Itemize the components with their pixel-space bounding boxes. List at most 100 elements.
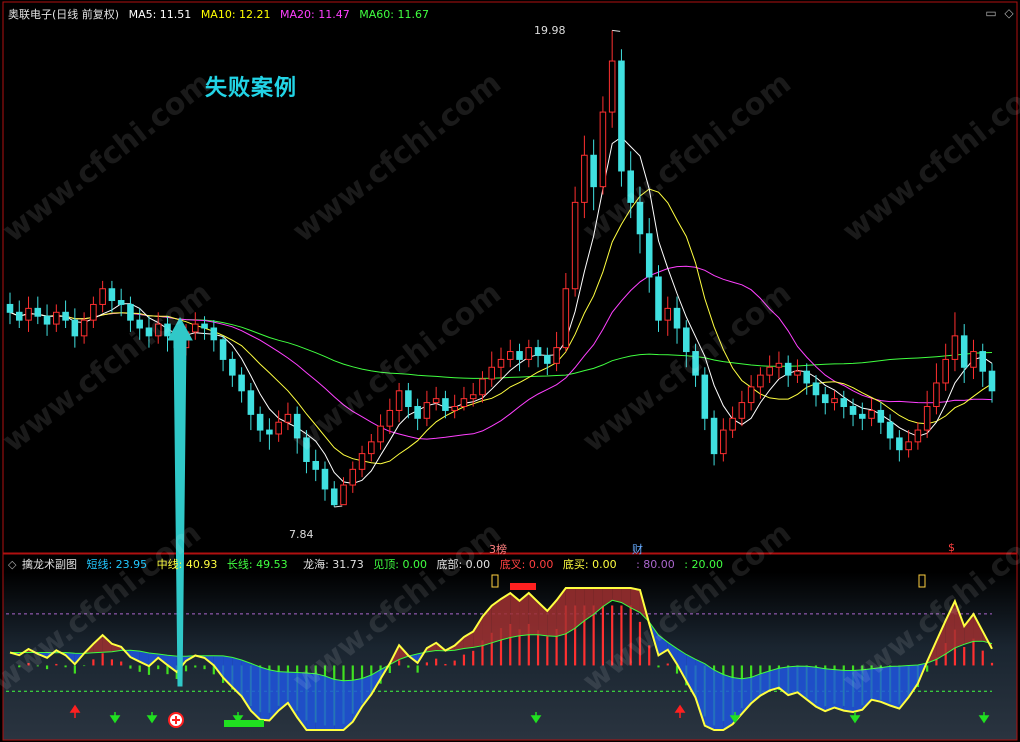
candle-body[interactable] <box>303 437 310 462</box>
candle-body[interactable] <box>136 319 143 329</box>
candle-body[interactable] <box>988 370 996 392</box>
candle-body[interactable] <box>469 394 477 400</box>
candle-body[interactable] <box>386 409 394 427</box>
candle-body[interactable] <box>62 311 69 321</box>
candle-body[interactable] <box>321 468 329 490</box>
candle-body[interactable] <box>775 362 783 368</box>
candle-body[interactable] <box>108 288 116 302</box>
candle-body[interactable] <box>201 323 208 329</box>
candle-body[interactable] <box>293 413 301 439</box>
collapse-icon[interactable]: ▭ <box>984 6 998 20</box>
candle-body[interactable] <box>914 429 922 443</box>
candle-body[interactable] <box>479 378 486 396</box>
candle-body[interactable] <box>970 351 977 368</box>
candle-body[interactable] <box>117 300 125 305</box>
candle-body[interactable] <box>71 319 79 337</box>
candle-body[interactable] <box>757 374 764 388</box>
candle-body[interactable] <box>618 60 625 172</box>
candle-body[interactable] <box>256 413 264 431</box>
candle-body[interactable] <box>664 307 672 321</box>
candle-body[interactable] <box>590 154 597 188</box>
candle-body[interactable] <box>164 323 171 337</box>
event-marker-s[interactable]: $ <box>948 541 955 554</box>
candle-body[interactable] <box>442 398 449 411</box>
candle-body[interactable] <box>960 335 968 368</box>
candle-body[interactable] <box>608 60 616 113</box>
candle-body[interactable] <box>145 327 153 337</box>
candle-body[interactable] <box>553 347 560 364</box>
candle-body[interactable] <box>247 390 255 415</box>
candle-body[interactable] <box>933 382 940 408</box>
candle-body[interactable] <box>636 201 644 235</box>
candle-body[interactable] <box>923 406 931 431</box>
candle-body[interactable] <box>821 394 829 404</box>
candle-body[interactable] <box>645 233 653 278</box>
candle-body[interactable] <box>905 441 912 451</box>
candle-body[interactable] <box>701 374 709 419</box>
candle-body[interactable] <box>720 429 727 455</box>
candle-body[interactable] <box>284 413 292 423</box>
candle-body[interactable] <box>127 303 134 321</box>
candle-body[interactable] <box>803 370 810 384</box>
candle-body[interactable] <box>210 327 218 341</box>
candle-body[interactable] <box>349 468 357 486</box>
candle-body[interactable] <box>896 437 903 451</box>
candle-body[interactable] <box>868 409 875 419</box>
candle-body[interactable] <box>951 335 959 360</box>
candle-body[interactable] <box>312 460 319 470</box>
candle-body[interactable] <box>368 441 375 455</box>
candle-body[interactable] <box>581 154 588 203</box>
candle-body[interactable] <box>423 402 431 419</box>
candle-body[interactable] <box>831 398 838 404</box>
candle-body[interactable] <box>692 351 699 376</box>
period-label[interactable]: (日线 前复权) <box>52 8 119 21</box>
candle-body[interactable] <box>979 351 987 372</box>
candle-body[interactable] <box>154 323 162 337</box>
event-marker-bang[interactable]: 3榜 <box>489 541 507 557</box>
candle-body[interactable] <box>340 484 347 506</box>
candle-body[interactable] <box>525 347 533 360</box>
candle-body[interactable] <box>377 425 384 443</box>
candle-body[interactable] <box>784 362 792 376</box>
candle-body[interactable] <box>534 347 542 356</box>
candle-body[interactable] <box>80 319 88 337</box>
candle-body[interactable] <box>192 323 199 333</box>
candle-body[interactable] <box>886 421 894 439</box>
candle-body[interactable] <box>571 201 579 290</box>
candle-body[interactable] <box>25 307 32 321</box>
candle-body[interactable] <box>812 382 820 396</box>
candle-body[interactable] <box>738 402 746 419</box>
candle-body[interactable] <box>432 398 440 404</box>
candle-body[interactable] <box>229 358 236 376</box>
candle-body[interactable] <box>849 406 857 415</box>
candle-body[interactable] <box>794 370 801 376</box>
candle-body[interactable] <box>6 303 14 313</box>
candle-body[interactable] <box>451 406 458 411</box>
event-marker-cai[interactable]: 财 <box>632 541 643 557</box>
candle-body[interactable] <box>942 358 949 384</box>
candle-body[interactable] <box>488 366 496 380</box>
candle-body[interactable] <box>840 398 848 408</box>
candle-body[interactable] <box>405 390 412 408</box>
candle-body[interactable] <box>34 307 42 317</box>
candle-body[interactable] <box>497 358 505 368</box>
candle-body[interactable] <box>266 429 273 435</box>
candle-body[interactable] <box>859 413 866 419</box>
candle-body[interactable] <box>877 409 885 423</box>
candle-body[interactable] <box>90 303 97 321</box>
candle-body[interactable] <box>562 288 570 349</box>
stock-name[interactable]: 奥联电子 <box>8 8 52 21</box>
collapse-toggle-icon[interactable]: ◇ <box>8 558 16 571</box>
candle-body[interactable] <box>43 315 51 325</box>
candle-body[interactable] <box>219 339 227 360</box>
candle-body[interactable] <box>460 398 468 408</box>
indicator-name[interactable]: 擒龙术副图 <box>22 558 77 571</box>
candle-body[interactable] <box>358 453 366 470</box>
settings-diamond-icon[interactable]: ◇ <box>1002 6 1016 20</box>
candle-body[interactable] <box>599 111 607 188</box>
candle-body[interactable] <box>15 311 23 321</box>
candle-body[interactable] <box>729 417 736 431</box>
candle-body[interactable] <box>414 406 421 419</box>
candle-body[interactable] <box>516 351 523 360</box>
candle-body[interactable] <box>766 366 773 376</box>
